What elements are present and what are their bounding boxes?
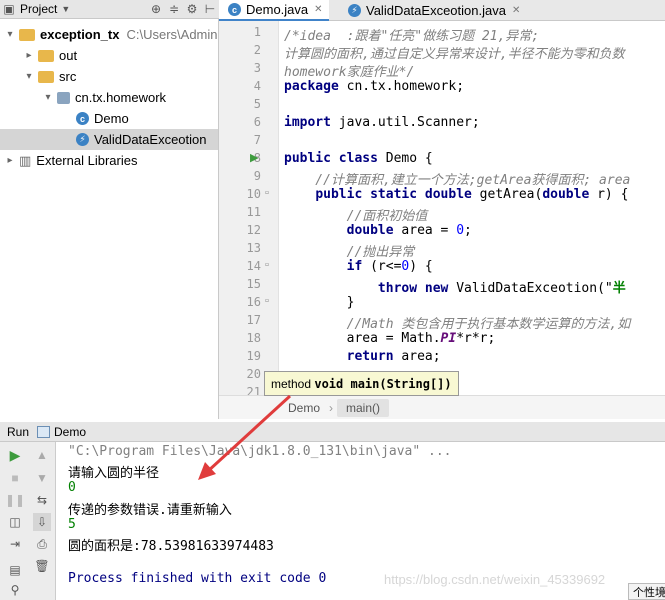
annotation-arrow [198, 394, 292, 480]
